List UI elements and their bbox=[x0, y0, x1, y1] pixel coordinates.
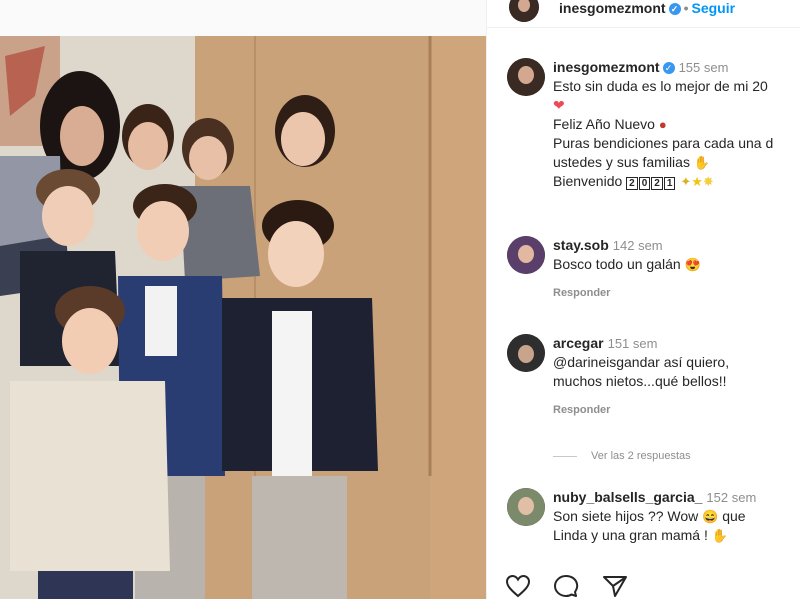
reply-button[interactable]: Responder bbox=[553, 284, 800, 303]
keycap-digit: 2 bbox=[651, 177, 663, 190]
comment-item: nuby_balsells_garcia_ 152 sem Son siete h… bbox=[487, 488, 800, 558]
comment-text-line-2-row: Linda y una gran mamá ! ✋ bbox=[553, 526, 800, 545]
caption-time: 155 sem bbox=[678, 60, 729, 75]
caption-line-4-text: ustedes y sus familias bbox=[553, 154, 690, 170]
reply-button[interactable]: Responder bbox=[553, 401, 800, 420]
caption-header-line: inesgomezmont ✓ 155 sem bbox=[553, 58, 800, 77]
keycap-digit: 1 bbox=[663, 177, 676, 190]
heart-eyes-emoji-icon: 😍 bbox=[684, 257, 701, 272]
comment-body: stay.sob 142 sem Bosco todo un galán 😍 Re… bbox=[553, 236, 800, 303]
view-replies-label: Ver las 2 respuestas bbox=[591, 450, 691, 462]
post-actions bbox=[505, 574, 646, 599]
top-strip bbox=[0, 0, 486, 36]
comment-text-line-1: Son siete hijos ?? Wow bbox=[553, 508, 699, 524]
laughing-emoji-icon: 😄 bbox=[702, 509, 719, 524]
view-replies-line bbox=[553, 455, 577, 457]
caption: inesgomezmont ✓ 155 sem Esto sin duda es l… bbox=[487, 58, 800, 208]
praying-hands-emoji-icon: ✋ bbox=[693, 155, 711, 170]
keycap-digit: 2 bbox=[626, 177, 638, 190]
separator-dot: • bbox=[683, 0, 689, 16]
star-emoji-icon: ★ bbox=[691, 174, 703, 189]
caption-line-3: Puras bendiciones para cada una d bbox=[553, 135, 774, 151]
comment-icon[interactable] bbox=[553, 574, 579, 599]
red-heart-emoji-icon: ❤ bbox=[553, 97, 565, 113]
comment-time: 152 sem bbox=[706, 490, 757, 505]
comment-text-row: Bosco todo un galán 😍 bbox=[553, 255, 800, 274]
view-replies-button[interactable]: Ver las 2 respuestas bbox=[553, 450, 691, 462]
caption-line-2-text: Feliz Año Nuevo bbox=[553, 116, 655, 132]
glowing-star-emoji-icon: ✸ bbox=[702, 174, 714, 189]
verified-badge-icon: ✓ bbox=[668, 3, 681, 15]
paper-plane-icon[interactable] bbox=[602, 574, 628, 599]
comment-avatar[interactable] bbox=[507, 334, 545, 372]
header-username[interactable]: inesgomezmont bbox=[559, 0, 666, 16]
caption-line-4: ustedes y sus familias ✋ bbox=[553, 153, 800, 172]
caption-username[interactable]: inesgomezmont bbox=[553, 59, 660, 75]
comment-avatar[interactable] bbox=[507, 236, 545, 274]
caption-line-2: Feliz Año Nuevo ● bbox=[553, 115, 800, 134]
balloon-emoji-icon: ● bbox=[658, 117, 667, 132]
comment-time: 151 sem bbox=[607, 336, 658, 351]
comment-text: Bosco todo un galán bbox=[553, 256, 681, 272]
heart-icon[interactable] bbox=[505, 574, 531, 599]
caption-line-5-text: Bienvenido bbox=[553, 173, 623, 189]
comment-body: nuby_balsells_garcia_ 152 sem Son siete h… bbox=[553, 488, 800, 545]
sparkles-emoji-icon: ✦ bbox=[680, 174, 692, 189]
comment-username[interactable]: arcegar bbox=[553, 335, 604, 351]
comment-text-line-2: Linda y una gran mamá ! bbox=[553, 527, 708, 543]
comment-text-line-1: @darineisgandar así quiero, bbox=[553, 354, 730, 370]
comment-item: stay.sob 142 sem Bosco todo un galán 😍 Re… bbox=[487, 236, 800, 316]
header-avatar[interactable] bbox=[509, 0, 539, 22]
caption-avatar[interactable] bbox=[507, 58, 545, 96]
family-photo-illustration bbox=[0, 36, 486, 599]
comment-item: arcegar 151 sem @darineisgandar así quier… bbox=[487, 334, 800, 434]
header-username-row: inesgomezmont ✓ • Seguir bbox=[559, 0, 735, 16]
follow-button[interactable]: Seguir bbox=[691, 0, 735, 16]
caption-line-5: Bienvenido 2021 ✦★✸ bbox=[553, 172, 800, 191]
post-header: inesgomezmont ✓ • Seguir bbox=[487, 0, 800, 28]
comment-text-line-1b: que bbox=[722, 508, 746, 524]
comment-text-line-1-row: Son siete hijos ?? Wow 😄 que bbox=[553, 507, 800, 526]
post-photo[interactable] bbox=[0, 36, 486, 599]
comment-body: arcegar 151 sem @darineisgandar así quier… bbox=[553, 334, 800, 420]
praying-hands-emoji-icon: ✋ bbox=[711, 528, 728, 543]
comment-username[interactable]: nuby_balsells_garcia_ bbox=[553, 489, 702, 505]
keycap-digit: 0 bbox=[638, 177, 651, 190]
caption-body: inesgomezmont ✓ 155 sem Esto sin duda es l… bbox=[553, 58, 800, 191]
comments-panel: inesgomezmont ✓ • Seguir inesgomezmont ✓ 155 … bbox=[486, 0, 800, 599]
comment-time: 142 sem bbox=[612, 238, 663, 253]
caption-line-1: Esto sin duda es lo mejor de mi 20 bbox=[553, 78, 768, 94]
verified-badge-icon: ✓ bbox=[662, 62, 675, 74]
comment-username[interactable]: stay.sob bbox=[553, 237, 609, 253]
comment-text-line-2: muchos nietos...qué bellos!! bbox=[553, 373, 727, 389]
comment-avatar[interactable] bbox=[507, 488, 545, 526]
